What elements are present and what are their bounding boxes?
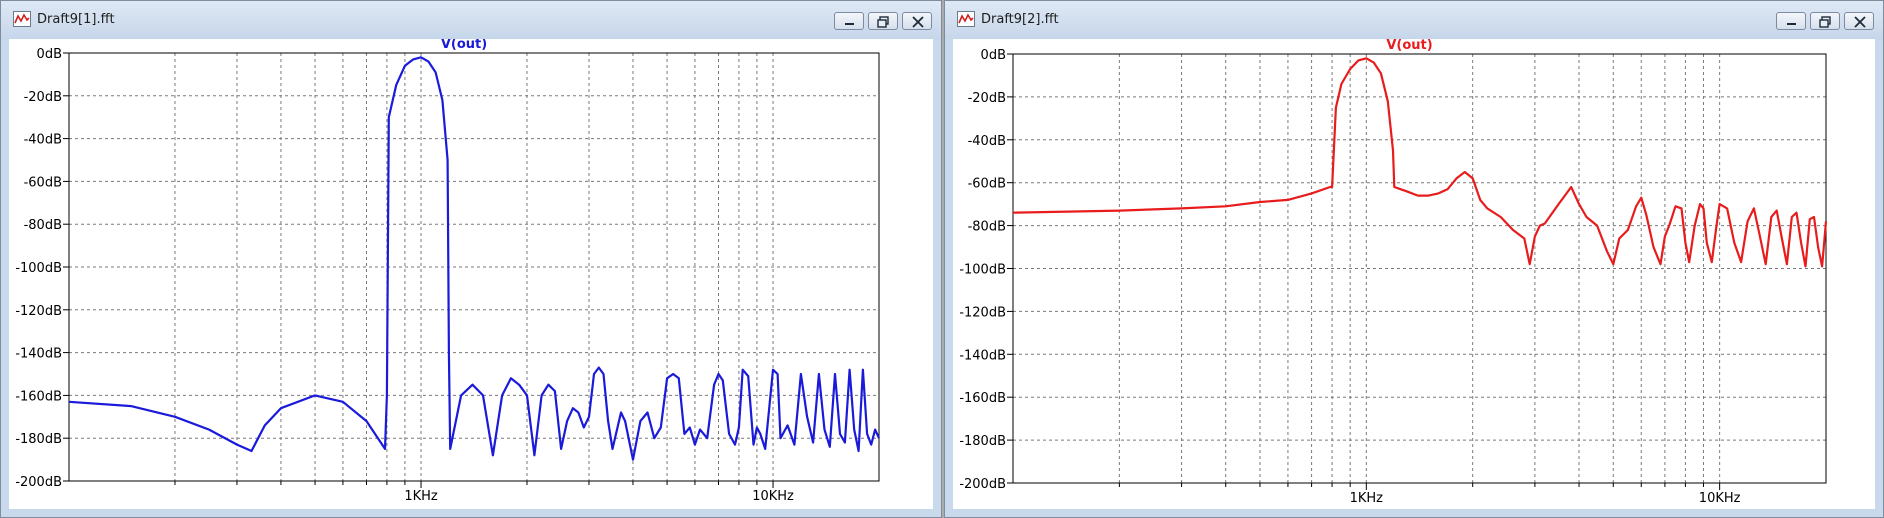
grid [69, 53, 879, 481]
y-tick-label: -60dB [968, 177, 1006, 192]
window-title: Draft9[1].fft [37, 12, 115, 27]
y-tick-label: -60dB [24, 175, 62, 190]
title-bar[interactable]: Draft9[2].fft [945, 1, 1883, 39]
title-bar[interactable]: Draft9[1].fft [1, 1, 941, 39]
close-button[interactable] [902, 12, 932, 30]
fft-window-1[interactable]: Draft9[1].fft V(out) 0dB -20dB -40dB -60dB -8… [0, 0, 942, 518]
y-tick-label: 0dB [981, 48, 1006, 63]
fft-plot[interactable]: V(out) 0dB -20dB -40dB -60dB -80dB -100dB -120d… [953, 39, 1875, 511]
minimize-button[interactable] [834, 12, 864, 30]
y-tick-label: -120dB [959, 305, 1006, 320]
plot-pane[interactable]: V(out) 0dB -20dB -40dB -60dB -80dB -100dB -120d… [9, 39, 933, 509]
window-title: Draft9[2].fft [981, 12, 1059, 27]
waveform-app-icon [13, 11, 31, 27]
x-tick-label: 10KHz [752, 489, 794, 504]
y-tick-label: -160dB [15, 389, 62, 404]
y-tick-label: -80dB [968, 220, 1006, 235]
waveform-app-icon [957, 11, 975, 27]
x-tick-label: 10KHz [1699, 491, 1741, 506]
y-tick-label: -200dB [15, 475, 62, 490]
y-tick-label: -80dB [24, 218, 62, 233]
minimize-icon [845, 23, 854, 25]
y-tick-label: -200dB [959, 477, 1006, 492]
y-tick-label: 0dB [37, 47, 62, 62]
trace-name-label[interactable]: V(out) [1386, 39, 1432, 53]
fft-plot[interactable]: V(out) 0dB -20dB -40dB -60dB -80dB -100dB -120d… [9, 39, 933, 511]
fft-window-2[interactable]: Draft9[2].fft V(out) 0dB -20dB -40dB -60dB -8… [944, 0, 1884, 518]
y-tick-label: -140dB [959, 348, 1006, 363]
plot-pane[interactable]: V(out) 0dB -20dB -40dB -60dB -80dB -100dB -120d… [953, 39, 1875, 509]
minimize-icon [1787, 23, 1796, 25]
y-tick-label: -100dB [15, 261, 62, 276]
minimize-button[interactable] [1776, 12, 1806, 30]
trace-name-label[interactable]: V(out) [441, 39, 487, 52]
y-tick-label: -160dB [959, 391, 1006, 406]
y-tick-label: -140dB [15, 347, 62, 362]
y-tick-label: -40dB [24, 133, 62, 148]
x-tick-label: 1KHz [1350, 491, 1384, 506]
x-tick-label: 1KHz [404, 489, 438, 504]
trace-line[interactable] [68, 56, 881, 461]
restore-icon [1819, 16, 1831, 28]
y-tick-label: -180dB [959, 434, 1006, 449]
restore-icon [877, 16, 889, 28]
maximize-button[interactable] [1810, 12, 1840, 30]
close-button[interactable] [1844, 12, 1874, 30]
trace-line[interactable] [1012, 57, 1828, 268]
y-tick-label: -20dB [968, 91, 1006, 106]
y-tick-label: -100dB [959, 263, 1006, 278]
y-tick-label: -180dB [15, 432, 62, 447]
y-tick-label: -20dB [24, 90, 62, 105]
close-icon [912, 16, 924, 28]
y-tick-label: -40dB [968, 134, 1006, 149]
grid [1013, 54, 1826, 483]
close-icon [1854, 16, 1866, 28]
y-tick-label: -120dB [15, 304, 62, 319]
maximize-button[interactable] [868, 12, 898, 30]
